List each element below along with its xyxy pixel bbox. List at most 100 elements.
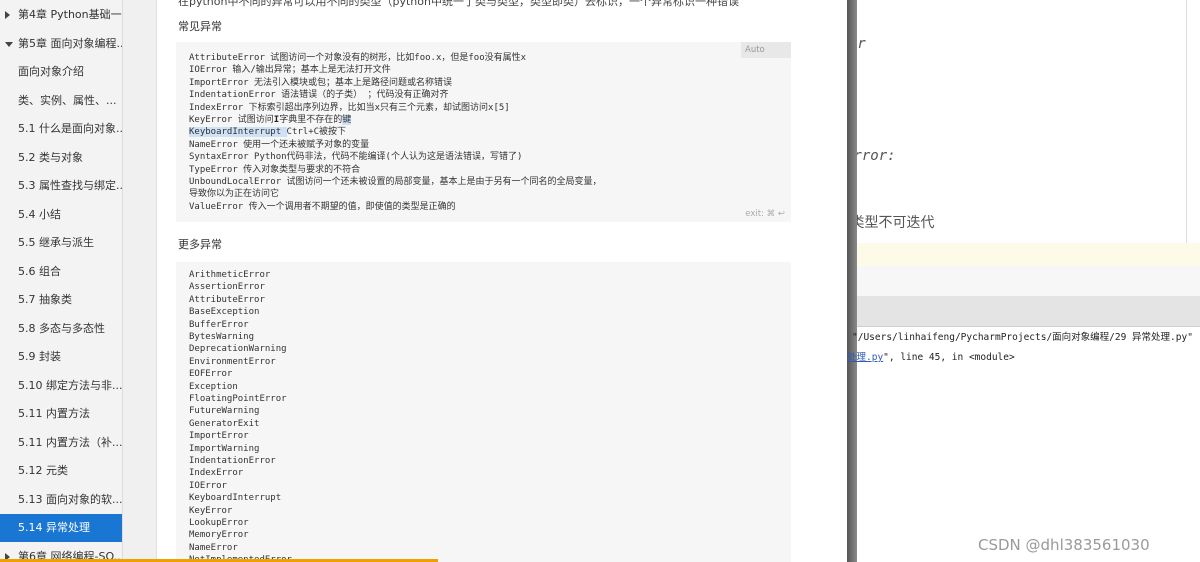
code-line: GeneratorExit — [189, 418, 260, 429]
ide-gutter-line — [1186, 0, 1187, 244]
code-line: 导致你以为正在访问它 — [189, 189, 280, 200]
console-path-line: "/Users/linhaifeng/PycharmProjects/面向对象编… — [852, 332, 1193, 343]
common-exceptions-codeblock: Auto exit: ⌘ ↩ AttributeError 试图访问一个对象没有… — [176, 42, 791, 222]
code-line: KeyboardInterrupt Ctrl+C被按下 — [189, 126, 346, 138]
caret-right-icon[interactable] — [5, 11, 10, 19]
sidebar-item-label: 5.13 面向对象的软... — [18, 492, 122, 506]
console-file-link[interactable]: 处理.py — [847, 352, 883, 363]
code-line: IndexError 下标索引超出序列边界，比如当x只有三个元素，却试图访问x[… — [189, 102, 510, 113]
sidebar-item-label: 第5章 面向对象编程... — [18, 36, 122, 50]
code-line: IOError — [189, 480, 227, 491]
code-line: ImportWarning — [189, 443, 260, 454]
code-line: Exception — [189, 381, 238, 392]
code-line: KeyboardInterrupt — [189, 493, 282, 504]
code-line: ValueError 传入一个调用者不期望的值，即使值的类型是正确的 — [189, 201, 456, 212]
sidebar-item[interactable]: 5.3 属性查找与绑定... — [0, 172, 122, 200]
sidebar-item[interactable]: 5.6 组合 — [0, 258, 122, 286]
sidebar-item[interactable]: 5.12 元类 — [0, 457, 122, 485]
code-fragment-not-iterable: t类型不可迭代 — [857, 215, 935, 231]
intro-text: 在python中不同的异常可以用不同的类型（python中统一了类与类型，类型即… — [178, 0, 739, 8]
code-line: LookupError — [189, 518, 249, 528]
code-line: TypeError 传入对象类型与要求的不符合 — [189, 164, 361, 175]
more-exceptions-title: 更多异常 — [178, 238, 222, 251]
sidebar-item[interactable]: 5.8 多态与多态性 — [0, 315, 122, 343]
code-line: NameError — [189, 542, 238, 553]
sidebar-item-label: 第4章 Python基础一... — [18, 8, 122, 21]
sidebar-item-label: 5.10 绑定方法与非... — [18, 378, 122, 392]
code-fragment-or: or — [857, 36, 866, 52]
code-line: IndentationError 语法错误（的子类） ；代码没有正确对齐 — [189, 90, 449, 101]
code-line: ImportError 无法引入模块或包；基本上是路径问题或名称错误 — [189, 77, 453, 88]
sidebar-item[interactable]: 5.1 什么是面向对象... — [0, 115, 122, 143]
code-line: EnvironmentError — [189, 356, 276, 367]
code-line: FloatingPointError — [189, 394, 287, 404]
ide-run-toolbar — [857, 296, 1200, 327]
code-line: DeprecationWarning — [189, 344, 287, 355]
sidebar-item-label: 5.1 什么是面向对象... — [18, 122, 122, 135]
sidebar-item[interactable]: 5.11 内置方法（补... — [0, 429, 122, 457]
sidebar-item[interactable]: 5.10 绑定方法与非... — [0, 372, 122, 400]
code-line: AssertionError — [189, 282, 265, 293]
common-exceptions-title: 常见异常 — [178, 20, 222, 33]
sidebar-item-label: 5.9 封装 — [18, 350, 61, 363]
code-line: IOError 输入/输出异常；基本上是无法打开文件 — [189, 65, 391, 76]
sidebar-item-label: 面向对象介绍 — [18, 65, 84, 78]
code-fragment-error: Error: — [857, 148, 896, 164]
code-line: EOFError — [189, 369, 233, 380]
sidebar-item-label: 5.8 多态与多态性 — [18, 321, 105, 335]
code-line: FutureWarning — [189, 406, 260, 417]
sidebar-item[interactable]: 第5章 面向对象编程... — [0, 30, 122, 58]
sidebar-item[interactable]: 5.7 抽象类 — [0, 286, 122, 314]
sidebar-item[interactable]: 5.5 继承与派生 — [0, 229, 122, 257]
code-line: IndexError — [189, 468, 244, 479]
code-line: NameError 使用一个还未被赋予对象的变量 — [189, 139, 370, 150]
code-line: KeyError — [189, 505, 233, 516]
sidebar-item-label: 5.6 组合 — [18, 264, 61, 278]
sidebar-item[interactable]: 5.13 面向对象的软... — [0, 486, 122, 514]
code-line: IndentationError — [189, 456, 276, 466]
exit-hint: exit: ⌘ ↩ — [745, 209, 785, 219]
sidebar-item-label: 5.14 异常处理 — [18, 521, 90, 534]
sidebar-gutter — [123, 0, 156, 562]
code-line: BytesWarning — [189, 332, 255, 342]
language-auto-tag[interactable]: Auto — [741, 42, 791, 58]
sidebar-item-label: 5.11 内置方法（补... — [18, 435, 122, 449]
code-line: KeyError 试图访问I字典里不存在的键 — [189, 114, 352, 126]
article-content: 在python中不同的异常可以用不同的类型（python中统一了类与类型，类型即… — [157, 0, 847, 562]
sidebar-item[interactable]: 类、实例、属性、... — [0, 87, 122, 115]
sidebar-item[interactable]: 5.9 封装 — [0, 343, 122, 371]
sidebar-item[interactable]: 5.11 内置方法 — [0, 400, 122, 428]
code-line: ImportError — [189, 431, 249, 442]
sidebar-item-label: 5.12 元类 — [18, 464, 68, 477]
caret-down-icon[interactable] — [5, 41, 13, 47]
ide-current-line — [857, 243, 1200, 266]
sidebar-item-label: 5.3 属性查找与绑定... — [18, 179, 122, 192]
code-line: AttributeError — [189, 294, 265, 305]
ide-editor-bottom — [857, 266, 1200, 296]
course-sidebar: 第4章 Python基础一... 第5章 面向对象编程... 面向对象介绍类、实例、… — [0, 0, 123, 562]
code-line: UnboundLocalError 试图访问一个还未被设置的局部变量，基本上是由… — [189, 177, 602, 187]
ide-run-console: "/Users/linhaifeng/PycharmProjects/面向对象编… — [847, 327, 1200, 562]
sidebar-item-label: 5.11 内置方法 — [18, 407, 90, 420]
sidebar-item[interactable]: 5.2 类与对象 — [0, 144, 122, 172]
text-selection: KeyboardInterrupt — [189, 127, 287, 138]
code-line: AttributeError 试图访问一个对象没有的树形，比如foo.x，但是f… — [189, 53, 527, 63]
more-exceptions-codeblock: ArithmeticError AssertionError AttributeEr… — [176, 262, 791, 562]
window-divider — [847, 0, 857, 562]
csdn-watermark: CSDN @dhl383561030 — [978, 536, 1150, 554]
code-text: KeyError 试图访问 — [189, 115, 274, 125]
sidebar-item-label: 5.4 小结 — [18, 207, 61, 221]
sidebar-item[interactable]: 5.14 异常处理 — [0, 514, 122, 542]
sidebar-item-label: 类、实例、属性、... — [18, 93, 117, 107]
console-line-info: ", line 45, in <module> — [883, 352, 1015, 363]
sidebar-item[interactable]: 5.4 小结 — [0, 201, 122, 229]
code-text: 字典里不存在的 — [279, 115, 343, 125]
console-traceback-line: 处理.py", line 45, in <module> — [847, 349, 1015, 363]
code-line: SyntaxError Python代码非法，代码不能编译(个人认为这是语法错误… — [189, 152, 523, 163]
sidebar-item-label: 5.2 类与对象 — [18, 150, 83, 164]
code-line: BaseException — [189, 307, 260, 318]
sidebar-item[interactable]: 第4章 Python基础一... — [0, 1, 122, 29]
code-line: BufferError — [189, 319, 249, 330]
sidebar-item[interactable]: 面向对象介绍 — [0, 58, 122, 86]
code-line: ArithmeticError — [189, 270, 271, 280]
